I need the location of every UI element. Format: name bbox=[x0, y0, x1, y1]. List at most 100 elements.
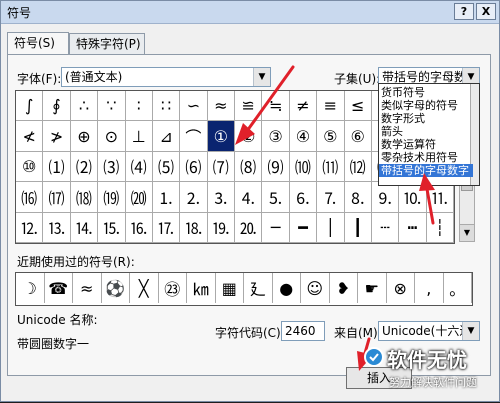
symbol-cell[interactable]: ┃ bbox=[344, 212, 372, 243]
symbol-cell[interactable]: ⒍ bbox=[289, 182, 318, 213]
symbol-cell[interactable]: ④ bbox=[289, 121, 318, 152]
symbol-cell[interactable]: ⒛ bbox=[235, 212, 263, 243]
symbol-cell[interactable]: ⑼ bbox=[262, 151, 290, 183]
recent-symbol-cell[interactable]: ☺ bbox=[301, 273, 330, 303]
symbol-cell[interactable]: ⒏ bbox=[344, 182, 372, 213]
symbol-cell[interactable]: ⑽ bbox=[289, 151, 318, 183]
symbol-cell[interactable]: ∶ bbox=[125, 91, 153, 122]
symbol-cell[interactable]: ⒖ bbox=[98, 212, 126, 243]
recent-symbol-cell[interactable]: ㉓ bbox=[159, 273, 187, 303]
symbol-cell[interactable]: ⒑ bbox=[399, 182, 427, 213]
symbol-cell[interactable]: ③ bbox=[262, 121, 290, 152]
recent-symbol-cell[interactable]: ⊗ bbox=[387, 273, 415, 303]
symbol-cell[interactable]: ⒐ bbox=[371, 182, 400, 213]
symbol-cell[interactable]: ⑸ bbox=[152, 151, 181, 183]
symbol-cell[interactable]: ⑴ bbox=[43, 151, 71, 183]
symbol-cell[interactable]: ⊕ bbox=[70, 121, 99, 152]
symbol-cell[interactable]: ≒ bbox=[262, 91, 290, 122]
subset-option[interactable]: 数学运算符 bbox=[379, 138, 473, 151]
symbol-cell[interactable]: ② bbox=[235, 121, 263, 152]
close-button[interactable]: X bbox=[476, 3, 496, 20]
symbol-cell[interactable]: ⒙ bbox=[180, 212, 208, 243]
subset-option[interactable]: 数字形式 bbox=[379, 112, 473, 125]
symbol-cell[interactable]: ⒅ bbox=[70, 182, 99, 213]
symbol-cell[interactable]: ∵ bbox=[98, 91, 126, 122]
symbol-cell[interactable]: ⑻ bbox=[235, 151, 263, 183]
symbol-cell[interactable]: ⒚ bbox=[207, 212, 235, 243]
symbol-cell[interactable]: ⒓ bbox=[16, 212, 44, 243]
symbol-cell[interactable]: ⑾ bbox=[317, 151, 345, 183]
symbol-cell[interactable]: ∮ bbox=[43, 91, 71, 122]
from-select[interactable]: Unicode(十六进 ▼ bbox=[378, 321, 480, 341]
symbol-cell[interactable]: ⑹ bbox=[180, 151, 208, 183]
char-code-input[interactable]: 2460 bbox=[281, 321, 325, 341]
symbol-cell[interactable]: ⊿ bbox=[152, 121, 181, 152]
symbol-cell[interactable]: ⒘ bbox=[152, 212, 181, 243]
subset-option[interactable]: 带括号的字母数字 bbox=[379, 164, 473, 177]
symbol-cell[interactable]: ⑺ bbox=[207, 151, 235, 183]
symbol-cell[interactable]: ⒕ bbox=[70, 212, 99, 243]
subset-option[interactable]: 货币符号 bbox=[379, 86, 473, 99]
symbol-cell[interactable]: ⒋ bbox=[235, 182, 263, 213]
symbol-cell[interactable]: │ bbox=[317, 212, 345, 243]
symbol-cell[interactable]: ⒊ bbox=[207, 182, 235, 213]
recent-symbol-cell[interactable]: 廴 bbox=[244, 273, 273, 303]
symbol-cell[interactable]: ⊙ bbox=[98, 121, 126, 152]
recent-symbol-cell[interactable]: ≈ bbox=[73, 273, 102, 303]
symbol-cell[interactable]: ⒃ bbox=[16, 182, 44, 213]
symbol-cell[interactable]: ⑩ bbox=[16, 151, 44, 183]
help-button[interactable]: ? bbox=[454, 3, 474, 20]
symbol-cell[interactable]: ⑿ bbox=[344, 151, 372, 183]
symbol-cell[interactable]: ∽ bbox=[180, 91, 208, 122]
recent-symbol-cell[interactable]: ㎞ bbox=[187, 273, 216, 303]
symbol-cell[interactable]: ≮ bbox=[16, 121, 44, 152]
recent-symbol-cell[interactable]: ❥ bbox=[330, 273, 358, 303]
symbol-cell[interactable]: ⑥ bbox=[344, 121, 372, 152]
symbol-cell[interactable]: ≠ bbox=[289, 91, 318, 122]
symbol-cell[interactable]: ⒌ bbox=[262, 182, 290, 213]
symbol-cell[interactable]: ⒎ bbox=[317, 182, 345, 213]
recent-symbol-cell[interactable]: ☎ bbox=[45, 273, 73, 303]
symbol-cell[interactable]: ⑤ bbox=[317, 121, 345, 152]
symbol-cell[interactable]: ≌ bbox=[235, 91, 263, 122]
recent-symbol-cell[interactable]: ⚽ bbox=[102, 273, 130, 303]
chevron-down-icon[interactable]: ▼ bbox=[253, 68, 270, 86]
symbol-cell[interactable]: ⒇ bbox=[125, 182, 153, 213]
chevron-down-icon[interactable]: ▼ bbox=[462, 322, 479, 340]
symbol-cell[interactable]: ≤ bbox=[344, 91, 372, 122]
font-select[interactable]: (普通文本) ▼ bbox=[61, 67, 271, 87]
symbol-cell[interactable]: ① bbox=[207, 121, 235, 152]
symbol-cell[interactable]: ≯ bbox=[43, 121, 71, 152]
symbol-cell[interactable]: ┄ bbox=[371, 212, 400, 243]
recent-symbol-cell[interactable]: ● bbox=[273, 273, 301, 303]
symbol-cell[interactable]: ⒆ bbox=[98, 182, 126, 213]
symbol-cell[interactable]: ┆ bbox=[426, 212, 454, 243]
symbol-cell[interactable]: ⑵ bbox=[70, 151, 99, 183]
symbol-cell[interactable]: ━ bbox=[289, 212, 318, 243]
symbol-cell[interactable]: ┅ bbox=[399, 212, 427, 243]
symbol-cell[interactable]: ⒈ bbox=[152, 182, 181, 213]
symbol-cell[interactable]: ⒉ bbox=[180, 182, 208, 213]
tab-symbols[interactable]: 符号(S) bbox=[7, 32, 69, 55]
subset-option[interactable]: 箭头 bbox=[379, 125, 473, 138]
recent-symbol-cell[interactable]: ╳ bbox=[130, 273, 159, 303]
symbol-cell[interactable]: ⑷ bbox=[125, 151, 153, 183]
subset-option[interactable]: 零杂技术用符号 bbox=[379, 151, 473, 164]
symbol-cell[interactable]: ─ bbox=[262, 212, 290, 243]
symbol-cell[interactable]: ∫ bbox=[16, 91, 44, 122]
symbol-cell[interactable]: ⊥ bbox=[125, 121, 153, 152]
subset-option[interactable]: 类似字母的符号 bbox=[379, 99, 473, 112]
symbol-cell[interactable]: ⌒ bbox=[180, 121, 208, 152]
symbol-cell[interactable]: ≈ bbox=[207, 91, 235, 122]
recent-symbol-cell[interactable]: 。 bbox=[444, 273, 472, 303]
recent-symbol-cell[interactable]: ☛ bbox=[358, 273, 387, 303]
symbol-cell[interactable]: ≡ bbox=[317, 91, 345, 122]
symbol-cell[interactable]: ⑶ bbox=[98, 151, 126, 183]
symbol-cell[interactable]: ⒄ bbox=[43, 182, 71, 213]
symbol-cell[interactable]: ⒒ bbox=[426, 182, 454, 213]
symbol-cell[interactable]: ∴ bbox=[70, 91, 99, 122]
symbol-cell[interactable]: ⒗ bbox=[125, 212, 153, 243]
recent-symbol-cell[interactable]: , bbox=[415, 273, 444, 303]
recent-symbol-cell[interactable]: ▦ bbox=[216, 273, 244, 303]
tab-special-chars[interactable]: 特殊字符(P) bbox=[69, 33, 145, 54]
